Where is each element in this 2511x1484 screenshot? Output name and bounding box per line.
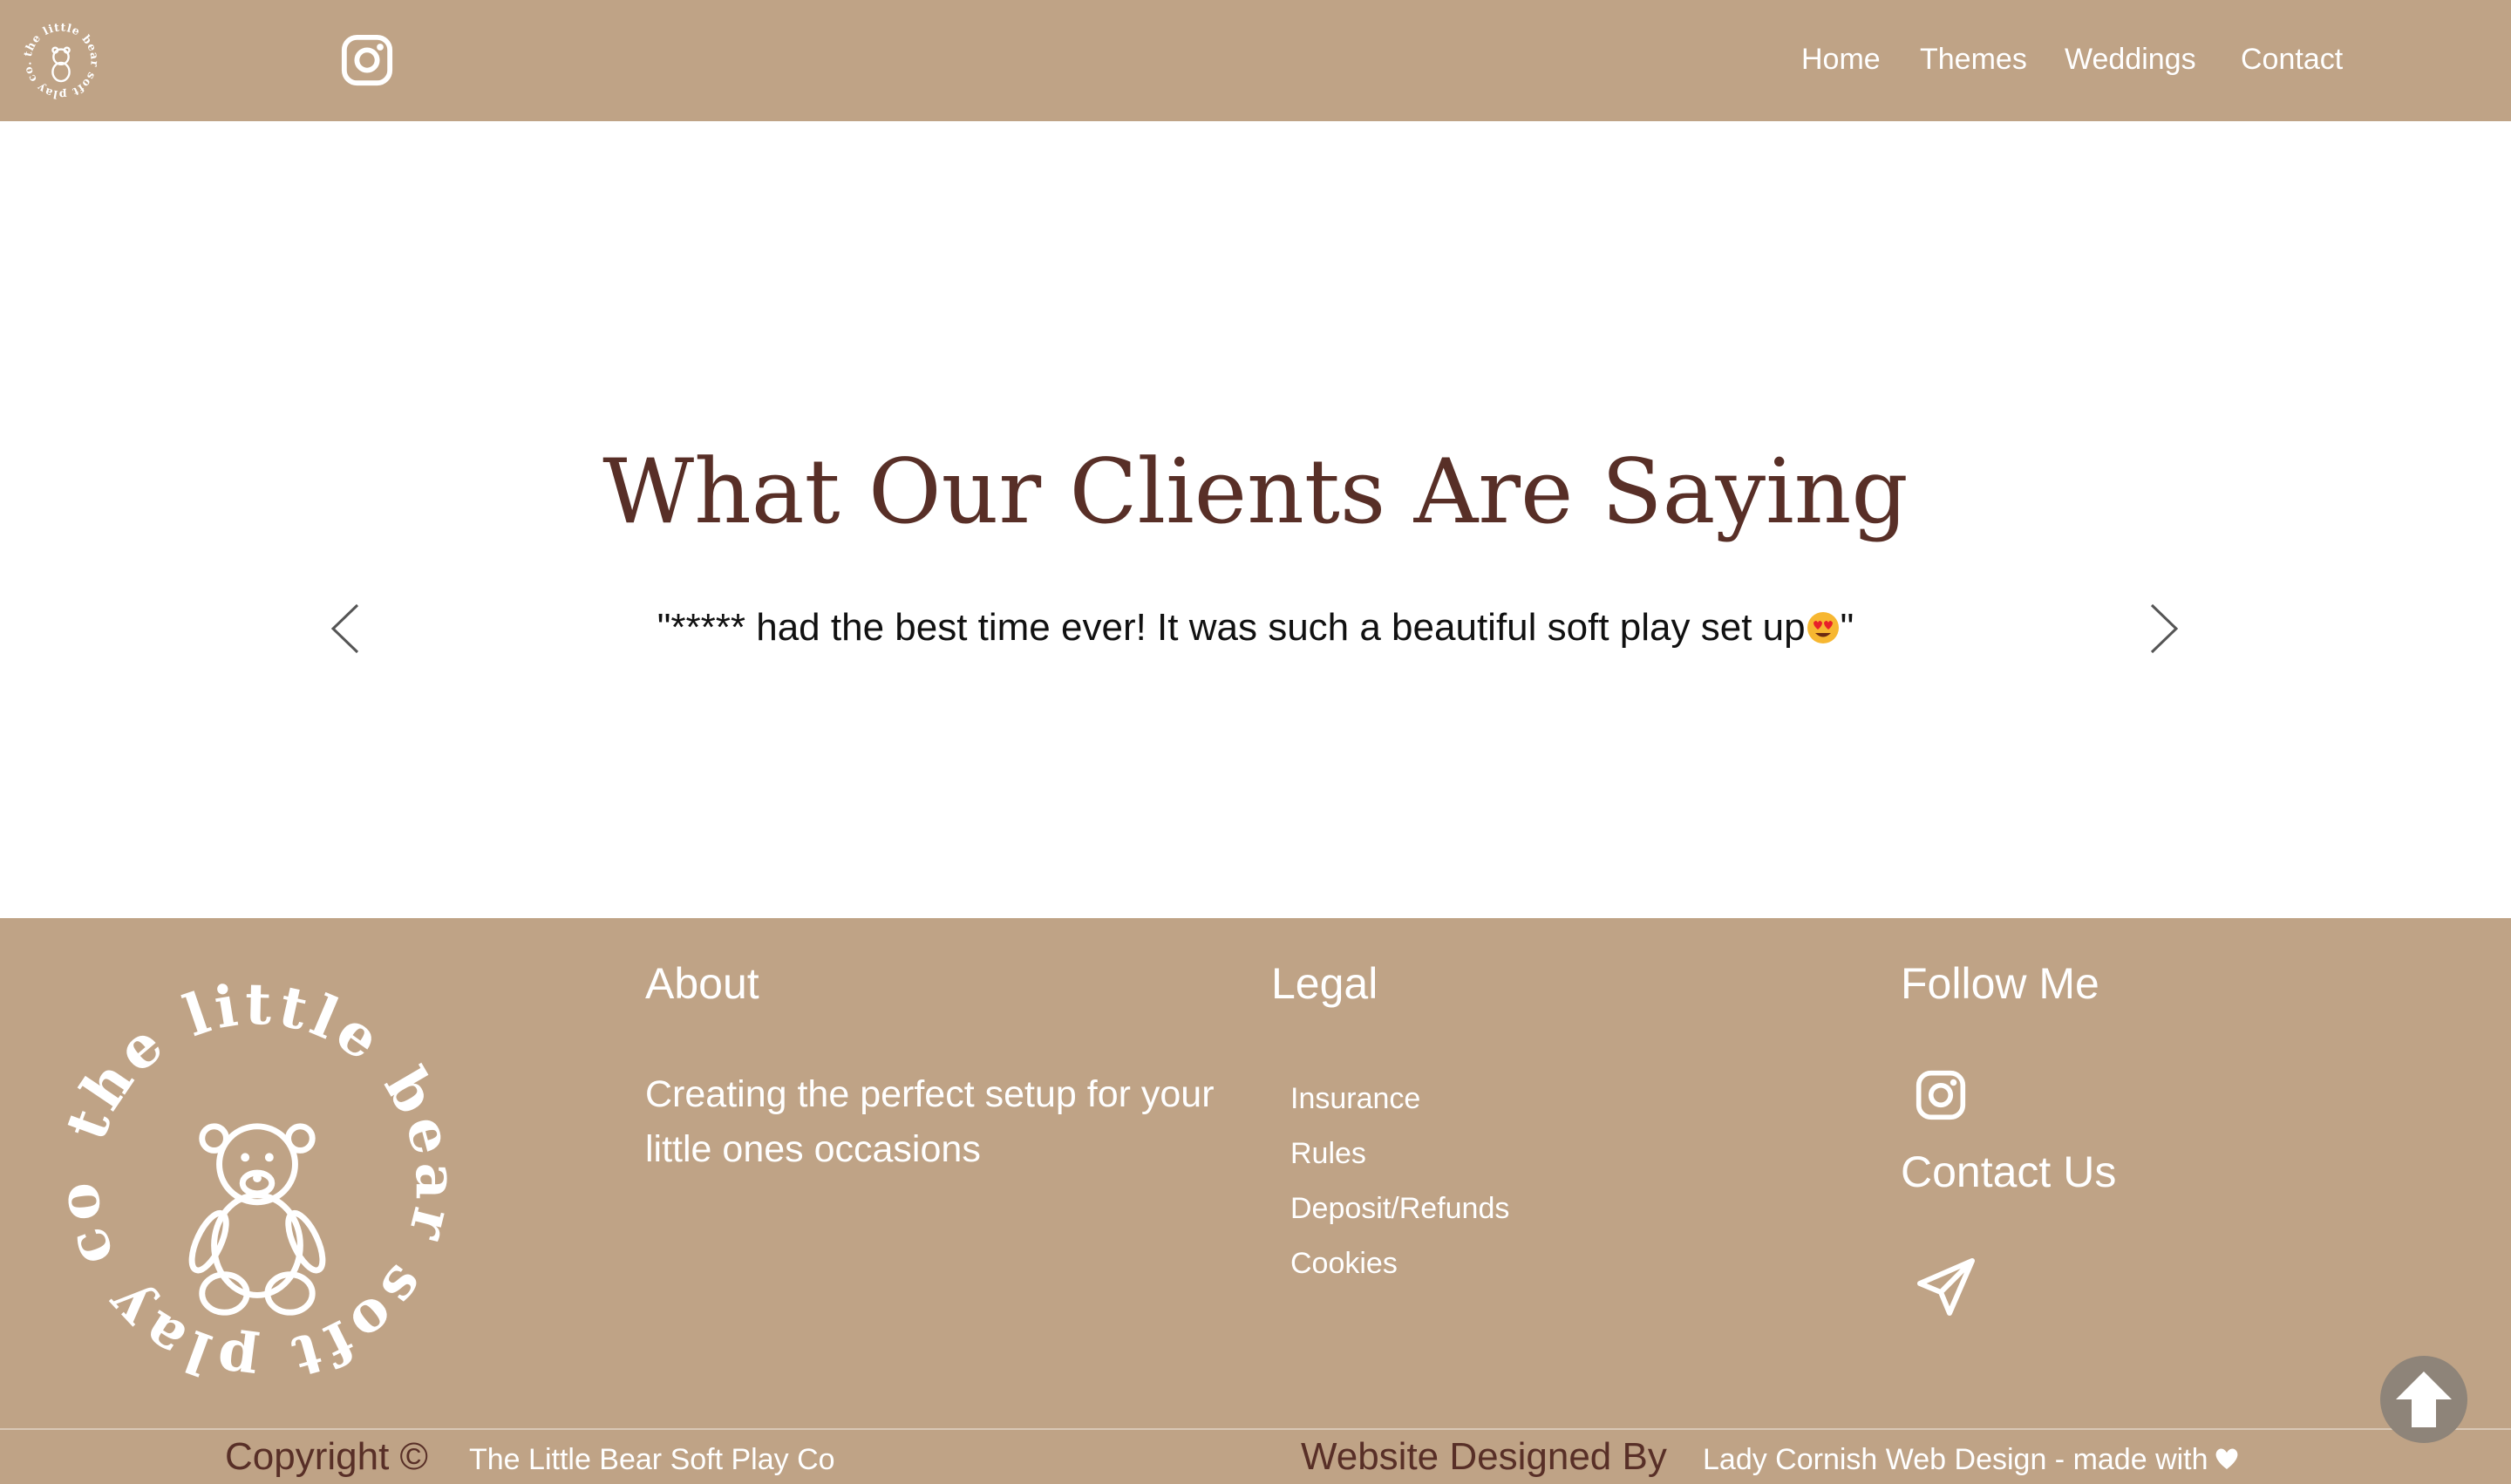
quote-text: "***** had the best time ever! It was su… xyxy=(657,606,1806,649)
nav-weddings[interactable]: Weddings xyxy=(2065,42,2196,77)
company-name[interactable]: The Little Bear Soft Play Co xyxy=(469,1440,835,1479)
scroll-to-top-button[interactable] xyxy=(2380,1356,2467,1443)
designed-by-label: Website Designed By xyxy=(1301,1435,1667,1478)
instagram-icon[interactable] xyxy=(1915,1069,1967,1121)
legal-link-cookies[interactable]: Cookies xyxy=(1290,1244,1398,1283)
arrow-up-icon xyxy=(2396,1372,2452,1427)
about-text: Creating the perfect setup for your litt… xyxy=(645,1073,1215,1170)
send-icon[interactable] xyxy=(1915,1256,1977,1318)
legal-link-deposit-refunds[interactable]: Deposit/Refunds xyxy=(1290,1189,1509,1228)
about-heading: About xyxy=(645,959,759,1008)
testimonial-quote: "***** had the best time ever! It was su… xyxy=(0,602,2511,654)
svg-text:the little bear soft play co.: the little bear soft play co. xyxy=(20,20,101,101)
logo-text: the little bear soft play co. xyxy=(20,20,100,101)
nav-themes[interactable]: Themes xyxy=(1920,42,2027,77)
legal-link-insurance[interactable]: Insurance xyxy=(1290,1079,1420,1118)
instagram-icon[interactable] xyxy=(340,33,394,87)
nav-home[interactable]: Home xyxy=(1801,42,1881,77)
footer-logo: the little bear soft play co. xyxy=(42,968,464,1396)
heart-icon xyxy=(2215,1448,2237,1469)
legal-heading: Legal xyxy=(1271,959,1378,1008)
footer-divider xyxy=(0,1428,2511,1430)
follow-heading: Follow Me xyxy=(1901,959,2099,1008)
chevron-left-icon[interactable] xyxy=(324,602,368,656)
chevron-right-icon[interactable] xyxy=(2141,602,2185,656)
designer-name[interactable]: Lady Cornish Web Design - made with xyxy=(1703,1443,2208,1476)
designer-credit[interactable]: Lady Cornish Web Design - made with xyxy=(1703,1440,2240,1479)
heart-eyes-emoji-icon xyxy=(1807,612,1839,643)
logo[interactable]: the little bear soft play co. xyxy=(19,19,103,103)
copyright-label: Copyright © xyxy=(225,1435,428,1478)
nav-contact[interactable]: Contact xyxy=(2241,42,2343,77)
testimonial-title: What Our Clients Are Saying xyxy=(602,440,1909,544)
contact-heading: Contact Us xyxy=(1901,1147,2117,1196)
legal-link-rules[interactable]: Rules xyxy=(1290,1134,1366,1173)
quote-end: " xyxy=(1840,606,1854,649)
